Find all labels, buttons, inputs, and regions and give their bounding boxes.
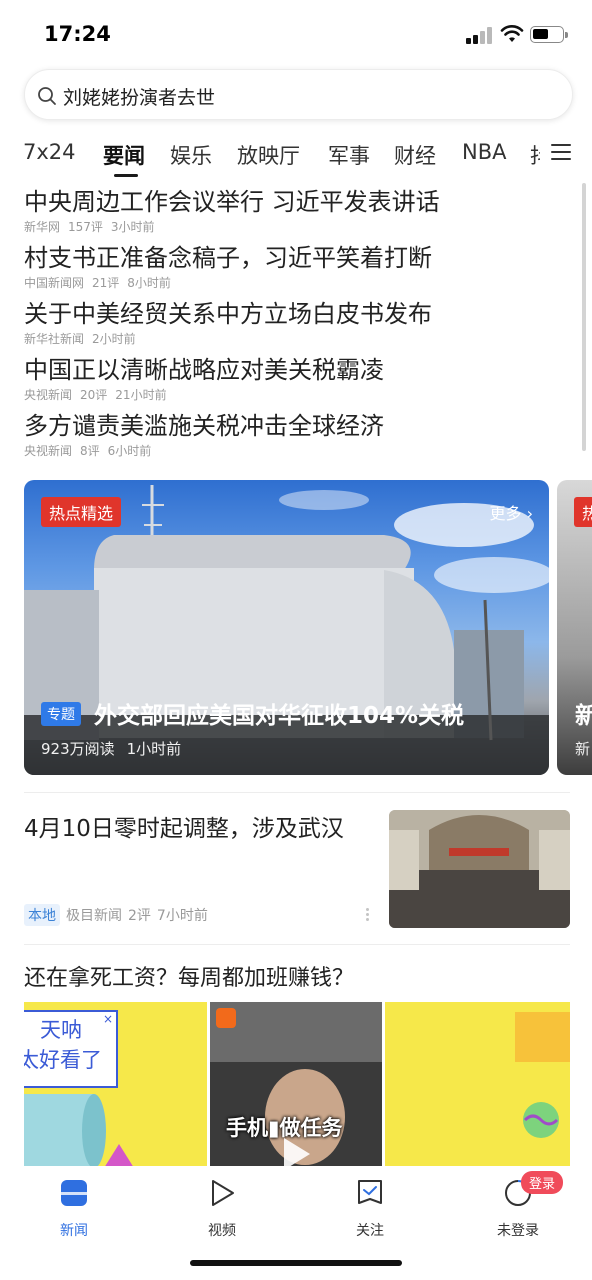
- next-topic-meta: 新: [575, 740, 591, 758]
- headline-item[interactable]: 中国正以清晰战略应对美关税霸凌 央视新闻 20评 21小时前: [24, 350, 564, 406]
- topic-badge: 专题: [41, 702, 81, 726]
- search-query: 刘姥姥扮演者去世: [63, 87, 216, 109]
- close-icon[interactable]: ×: [103, 1012, 113, 1026]
- tab-cinema[interactable]: 放映厅: [237, 140, 300, 170]
- topic-title: 外交部回应美国对华征收104%关税: [94, 703, 465, 729]
- nav-follow[interactable]: 关注: [320, 1174, 420, 1244]
- article-title: 4月10日零时起调整，涉及武汉: [24, 816, 344, 842]
- tab-finance[interactable]: 财经: [394, 140, 436, 170]
- tab-headlines[interactable]: 要闻: [103, 140, 145, 170]
- headline-item[interactable]: 多方谴责美滥施关税冲击全球经济 央视新闻 8评 6小时前: [24, 406, 564, 462]
- topic-time: 1小时前: [126, 740, 182, 758]
- headline-meta: 新华社新闻 2小时前: [24, 330, 144, 347]
- headline-title: 多方谴责美滥施关税冲击全球经济: [24, 412, 384, 440]
- headline-comments: 20评: [80, 388, 108, 402]
- promo-title[interactable]: 还在拿死工资？每周都加班赚钱？: [24, 960, 354, 992]
- bubble-line-2: 太好看了: [24, 1048, 102, 1072]
- headline-title: 关于中美经贸关系中方立场白皮书发布: [24, 300, 432, 328]
- tab-entertainment[interactable]: 娱乐: [170, 140, 212, 170]
- headline-meta: 央视新闻 8评 6小时前: [24, 442, 159, 459]
- article-comments: 2评: [128, 908, 151, 924]
- pattern-illustration: [515, 1012, 570, 1138]
- headline-time: 8小时前: [127, 276, 171, 290]
- promo-strip[interactable]: × 天呐 太好看了 手机▮做任务: [24, 1002, 570, 1168]
- headline-comments: 157评: [68, 220, 103, 234]
- article-item[interactable]: 4月10日零时起调整，涉及武汉 本地 极目新闻 2评 7小时前: [24, 810, 570, 930]
- search-bar[interactable]: 刘姥姥扮演者去世: [24, 69, 573, 120]
- headline-source: 新华社新闻: [24, 332, 85, 346]
- hot-picks-tag: 热点精选: [41, 497, 122, 527]
- promo-panel: [385, 1002, 570, 1168]
- headline-comments: 8评: [80, 444, 100, 458]
- follow-icon: [358, 1180, 382, 1204]
- tab-7x24[interactable]: 7x24: [23, 140, 76, 164]
- headline-comments: 21评: [92, 276, 120, 290]
- topic-reads: 923万阅读: [41, 740, 115, 758]
- divider: [24, 944, 570, 945]
- headline-time: 2小时前: [92, 332, 136, 346]
- article-source: 极目新闻: [66, 908, 122, 924]
- wifi-icon: [500, 25, 524, 42]
- nav-profile-label: 未登录: [497, 1223, 539, 1239]
- nav-follow-label: 关注: [356, 1223, 384, 1239]
- headline-item[interactable]: 村支书正准备念稿子，习近平笑着打断 中国新闻网 21评 8小时前: [24, 238, 564, 294]
- headline-title: 中国正以清晰战略应对美关税霸凌: [24, 356, 384, 384]
- tab-military[interactable]: 军事: [328, 140, 370, 170]
- signal-icon: [466, 26, 494, 44]
- bubble-line-1: 天呐: [40, 1018, 82, 1042]
- topic-meta: 923万阅读 1小时前: [41, 738, 193, 759]
- nav-video[interactable]: 视频: [172, 1174, 272, 1244]
- promo-panel: × 天呐 太好看了: [24, 1002, 207, 1168]
- headline-source: 新华网: [24, 220, 61, 234]
- headline-source: 中国新闻网: [24, 276, 85, 290]
- home-indicator[interactable]: [190, 1260, 402, 1266]
- cartoon-illustration: [24, 1094, 134, 1168]
- divider: [24, 792, 570, 793]
- headline-title: 中央周边工作会议举行 习近平发表讲话: [24, 188, 440, 216]
- headline-title: 村支书正准备念稿子，习近平笑着打断: [24, 244, 432, 272]
- status-time: 17:24: [44, 22, 111, 46]
- article-meta: 本地 极目新闻 2评 7小时前: [24, 904, 214, 926]
- local-badge: 本地: [24, 904, 60, 926]
- play-icon[interactable]: [276, 1134, 316, 1168]
- active-tab-indicator: [114, 174, 138, 177]
- headline-time: 6小时前: [107, 444, 152, 458]
- status-bar: 17:24: [0, 0, 592, 62]
- promo-video-panel: 手机▮做任务: [210, 1002, 382, 1168]
- login-badge[interactable]: 登录: [521, 1171, 564, 1194]
- next-topic-title: 新: [575, 703, 592, 729]
- more-link[interactable]: 更多 ›: [490, 500, 534, 524]
- next-topic-tag: 热: [574, 497, 592, 527]
- nav-news-label: 新闻: [60, 1223, 88, 1239]
- news-icon: [61, 1180, 87, 1206]
- tab-nba[interactable]: NBA: [462, 140, 506, 164]
- more-options-icon[interactable]: [366, 908, 370, 922]
- headline-source: 央视新闻: [24, 388, 73, 402]
- tab-overflow[interactable]: 抖: [530, 140, 540, 170]
- station-photo: [389, 810, 570, 928]
- headline-meta: 中国新闻网 21评 8小时前: [24, 274, 179, 291]
- channel-tabs: 7x24 要闻 娱乐 放映厅 军事 财经 NBA 抖: [0, 132, 592, 178]
- channel-menu-icon[interactable]: [551, 144, 571, 162]
- video-icon: [212, 1180, 234, 1206]
- headline-item[interactable]: 中央周边工作会议举行 习近平发表讲话 新华网 157评 3小时前: [24, 182, 564, 238]
- search-icon: [38, 87, 56, 105]
- headline-meta: 新华网 157评 3小时前: [24, 218, 163, 235]
- battery-icon: [530, 26, 568, 43]
- topic-card[interactable]: 热点精选 更多 › 专题 外交部回应美国对华征收104%关税 923万阅读 1小时…: [24, 480, 549, 775]
- article-time: 7小时前: [156, 908, 208, 924]
- headline-scrollbar[interactable]: [582, 183, 586, 451]
- headline-time: 3小时前: [110, 220, 155, 234]
- nav-video-label: 视频: [208, 1223, 236, 1239]
- nav-news[interactable]: 新闻: [24, 1174, 124, 1244]
- headline-item[interactable]: 关于中美经贸关系中方立场白皮书发布 新华社新闻 2小时前: [24, 294, 564, 350]
- headline-meta: 央视新闻 20评 21小时前: [24, 386, 175, 403]
- headline-time: 21小时前: [115, 388, 167, 402]
- next-topic-card[interactable]: 热 新 新: [557, 480, 592, 775]
- headline-source: 央视新闻: [24, 444, 73, 458]
